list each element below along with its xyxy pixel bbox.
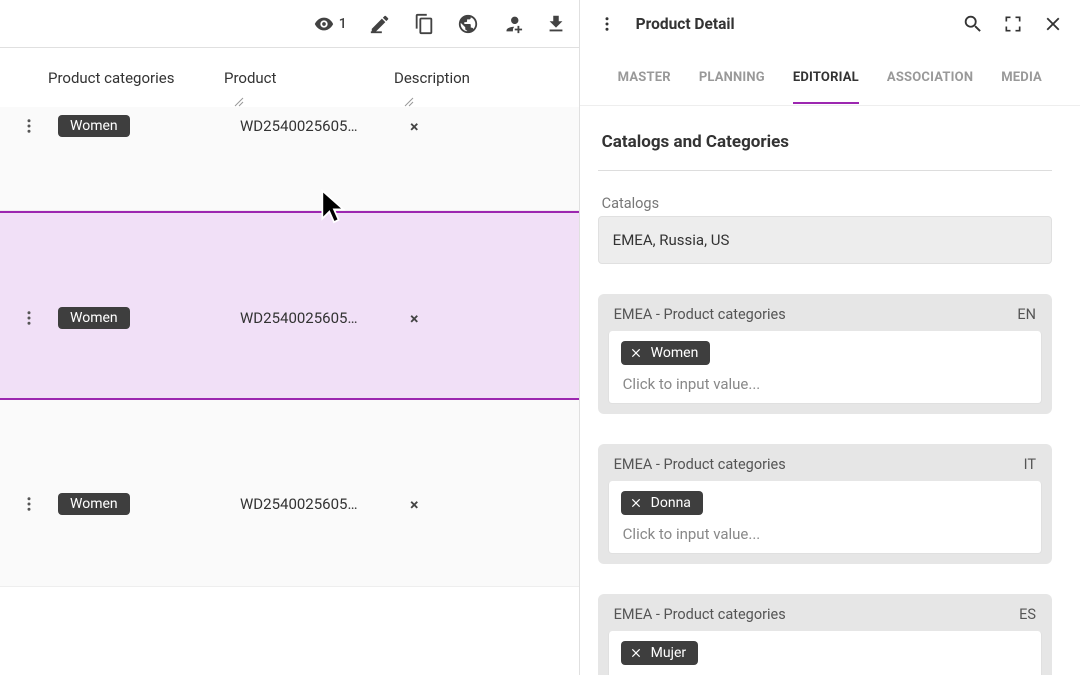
catalogs-value[interactable]: EMEA, Russia, US — [598, 216, 1052, 264]
lang-badge: IT — [1024, 456, 1036, 473]
table-row-selected[interactable]: Women WD2540025605… × — [0, 211, 579, 400]
section-title: Catalogs and Categories — [598, 124, 1052, 171]
detail-header: Product Detail — [580, 0, 1080, 48]
copy-icon[interactable] — [413, 13, 435, 35]
category-tag[interactable]: Donna — [621, 491, 703, 515]
tab-editorial[interactable]: EDITORIAL — [793, 50, 859, 103]
left-panel: 1 Product categories Product — [0, 0, 580, 675]
column-header-description[interactable]: Description — [394, 69, 470, 87]
panel-menu-icon[interactable] — [596, 13, 618, 35]
catalogs-field: Catalogs EMEA, Russia, US — [598, 195, 1052, 264]
table-row[interactable]: Women WD2540025605… × — [0, 107, 579, 211]
catalogs-label: Catalogs — [602, 195, 659, 212]
toolbar: 1 — [0, 0, 579, 48]
input-placeholder: Click to input value... — [621, 373, 1029, 395]
category-chip: Women — [58, 115, 130, 137]
share-user-icon[interactable] — [501, 13, 523, 35]
tag-label: Women — [651, 345, 699, 361]
category-label: EMEA - Product categories — [614, 606, 786, 623]
column-header-product[interactable]: Product — [224, 69, 394, 87]
category-label: EMEA - Product categories — [614, 306, 786, 323]
visibility-count: 1 — [339, 16, 347, 32]
detail-body: Catalogs and Categories Catalogs EMEA, R… — [580, 106, 1080, 675]
category-label: EMEA - Product categories — [614, 456, 786, 473]
tag-label: Donna — [651, 495, 691, 511]
tab-planning[interactable]: PLANNING — [699, 50, 765, 103]
resize-handle-icon[interactable] — [404, 97, 414, 107]
close-icon[interactable] — [1042, 13, 1064, 35]
category-tag[interactable]: Women — [621, 341, 711, 365]
category-input[interactable]: Women Click to input value... — [608, 331, 1042, 404]
remove-tag-icon[interactable] — [629, 346, 643, 360]
tag-label: Mujer — [651, 645, 686, 661]
tab-association[interactable]: ASSOCIATION — [887, 50, 973, 103]
close-icon[interactable]: × — [410, 309, 419, 328]
lang-badge: EN — [1017, 306, 1036, 323]
grid-header: Product categories Product Description — [0, 48, 579, 107]
globe-icon[interactable] — [457, 13, 479, 35]
row-menu-icon[interactable] — [0, 493, 58, 513]
category-input[interactable]: Mujer Click to input value... — [608, 631, 1042, 675]
remove-tag-icon[interactable] — [629, 496, 643, 510]
resize-handle-icon[interactable] — [234, 97, 244, 107]
category-tag[interactable]: Mujer — [621, 641, 698, 665]
detail-title: Product Detail — [636, 15, 735, 33]
tabs: MASTER PLANNING EDITORIAL ASSOCIATION ME… — [580, 48, 1080, 106]
row-menu-icon[interactable] — [0, 307, 58, 327]
detail-panel: Product Detail MASTER PLANNING EDITORIAL… — [580, 0, 1080, 675]
grid-body: Women WD2540025605… × Women WD2540025605… — [0, 107, 579, 675]
tab-media[interactable]: MEDIA — [1001, 50, 1042, 103]
lang-badge: ES — [1019, 606, 1036, 623]
remove-tag-icon[interactable] — [629, 646, 643, 660]
close-icon[interactable]: × — [410, 117, 419, 136]
column-header-categories[interactable]: Product categories — [48, 69, 224, 87]
category-field-en: EMEA - Product categories EN Women Click… — [598, 294, 1052, 414]
columns-icon[interactable] — [0, 69, 48, 87]
category-field-es: EMEA - Product categories ES Mujer Click… — [598, 594, 1052, 675]
category-chip: Women — [58, 493, 130, 515]
close-icon[interactable]: × — [410, 495, 419, 514]
product-code: WD2540025605… — [240, 117, 410, 135]
download-icon[interactable] — [545, 13, 567, 35]
product-code: WD2540025605… — [240, 495, 410, 513]
edit-icon[interactable] — [369, 13, 391, 35]
input-placeholder: Click to input value... — [621, 523, 1029, 545]
visibility-group[interactable]: 1 — [313, 13, 347, 35]
row-menu-icon[interactable] — [0, 115, 58, 135]
category-input[interactable]: Donna Click to input value... — [608, 481, 1042, 554]
fullscreen-icon[interactable] — [1002, 13, 1024, 35]
table-row[interactable]: Women WD2540025605… × — [0, 400, 579, 587]
tab-master[interactable]: MASTER — [618, 50, 671, 103]
product-code: WD2540025605… — [240, 309, 410, 327]
category-chip: Women — [58, 307, 130, 329]
search-icon[interactable] — [962, 13, 984, 35]
category-field-it: EMEA - Product categories IT Donna Click… — [598, 444, 1052, 564]
eye-icon — [313, 13, 335, 35]
